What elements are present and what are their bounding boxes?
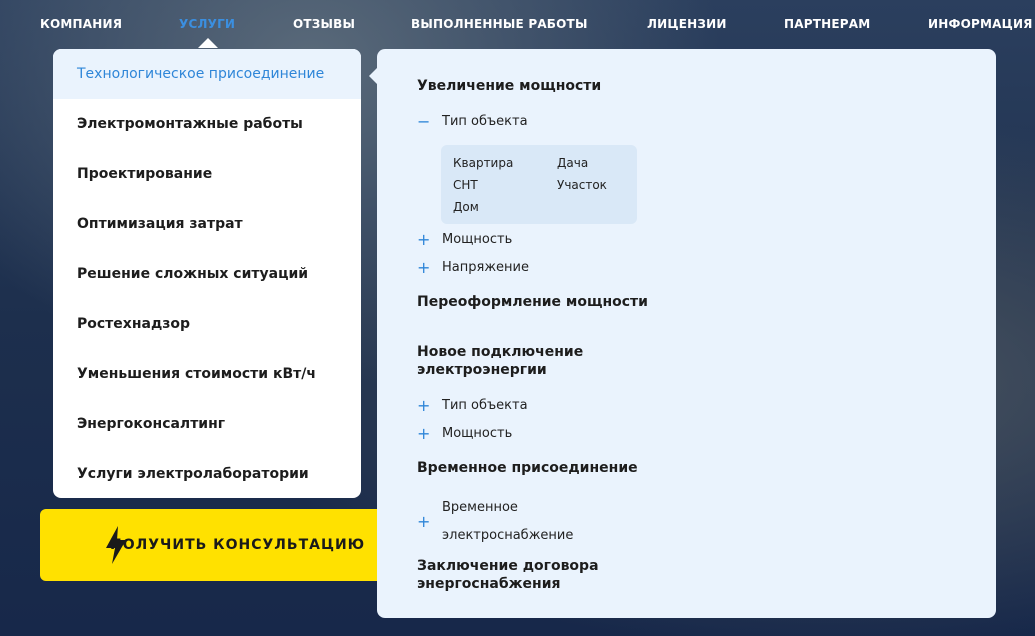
dropdown-caret	[198, 38, 218, 48]
menu-item-complex-situations[interactable]: Решение сложных ситуаций	[53, 249, 361, 299]
submenu-heading[interactable]: Переоформление мощности	[417, 293, 648, 311]
top-nav: КОМПАНИЯ УСЛУГИ ОТЗЫВЫ ВЫПОЛНЕННЫЕ РАБОТ…	[0, 0, 1035, 50]
option-plot[interactable]: Участок	[557, 178, 607, 192]
submenu-panel: Увеличение мощности − Тип объекта Квартир…	[377, 49, 996, 618]
get-consultation-button[interactable]: ПОЛУЧИТЬ КОНСУЛЬТАЦИЮ	[40, 509, 385, 581]
toggle-label: Мощность	[442, 426, 513, 441]
option-apartment[interactable]: Квартира	[453, 156, 513, 170]
toggle-temp-supply[interactable]: + Временное электроснабжение	[417, 494, 573, 550]
object-type-options: Квартира Дача СНТ Участок Дом	[441, 145, 637, 224]
plus-icon: +	[417, 424, 431, 443]
plus-icon: +	[417, 396, 431, 415]
cta-label: ПОЛУЧИТЬ КОНСУЛЬТАЦИЮ	[110, 537, 366, 553]
toggle-object-type-2[interactable]: + Тип объекта	[417, 396, 528, 415]
toggle-object-type[interactable]: − Тип объекта	[417, 112, 528, 131]
services-dropdown: Технологическое присоединение Электромон…	[53, 49, 361, 498]
menu-item-electrical-installation[interactable]: Электромонтажные работы	[53, 99, 361, 149]
nav-info[interactable]: ИНФОРМАЦИЯ	[928, 17, 1033, 31]
toggle-power-2[interactable]: + Мощность	[417, 424, 512, 443]
nav-partners[interactable]: ПАРТНЕРАМ	[784, 17, 870, 31]
option-house[interactable]: Дом	[453, 200, 479, 214]
menu-item-energy-consulting[interactable]: Энергоконсалтинг	[53, 399, 361, 449]
menu-item-kwh-cost[interactable]: Уменьшения стоимости кВт/ч	[53, 349, 361, 399]
nav-services[interactable]: УСЛУГИ	[179, 17, 235, 31]
toggle-voltage[interactable]: + Напряжение	[417, 258, 529, 277]
nav-completed-works[interactable]: ВЫПОЛНЕННЫЕ РАБОТЫ	[411, 17, 588, 31]
toggle-label: Тип объекта	[442, 114, 528, 129]
option-dacha[interactable]: Дача	[557, 156, 588, 170]
menu-item-electrolab[interactable]: Услуги электролаборатории	[53, 449, 361, 498]
nav-company[interactable]: КОМПАНИЯ	[40, 17, 122, 31]
toggle-label: Временное	[442, 500, 518, 515]
submenu-heading[interactable]: Новое подключение электроэнергии	[417, 343, 617, 379]
plus-icon: +	[417, 258, 431, 277]
submenu-heading[interactable]: Временное присоединение	[417, 459, 638, 477]
plus-icon: +	[417, 230, 431, 249]
nav-licenses[interactable]: ЛИЦЕНЗИИ	[647, 17, 727, 31]
menu-item-tech-connection[interactable]: Технологическое присоединение	[53, 49, 361, 99]
submenu-heading[interactable]: Увеличение мощности	[417, 77, 601, 95]
menu-item-design[interactable]: Проектирование	[53, 149, 361, 199]
toggle-label: электроснабжение	[442, 528, 574, 543]
toggle-label: Мощность	[442, 232, 513, 247]
option-snt[interactable]: СНТ	[453, 178, 478, 192]
toggle-label: Напряжение	[442, 260, 529, 275]
plus-icon: +	[417, 512, 431, 531]
menu-item-rostekhnadzor[interactable]: Ростехнадзор	[53, 299, 361, 349]
minus-icon: −	[417, 112, 431, 131]
toggle-label: Тип объекта	[442, 398, 528, 413]
menu-item-cost-optimization[interactable]: Оптимизация затрат	[53, 199, 361, 249]
toggle-power[interactable]: + Мощность	[417, 230, 512, 249]
submenu-caret	[369, 68, 377, 84]
submenu-heading[interactable]: Заключение договора энергоснабжения	[417, 557, 617, 593]
nav-reviews[interactable]: ОТЗЫВЫ	[293, 17, 355, 31]
